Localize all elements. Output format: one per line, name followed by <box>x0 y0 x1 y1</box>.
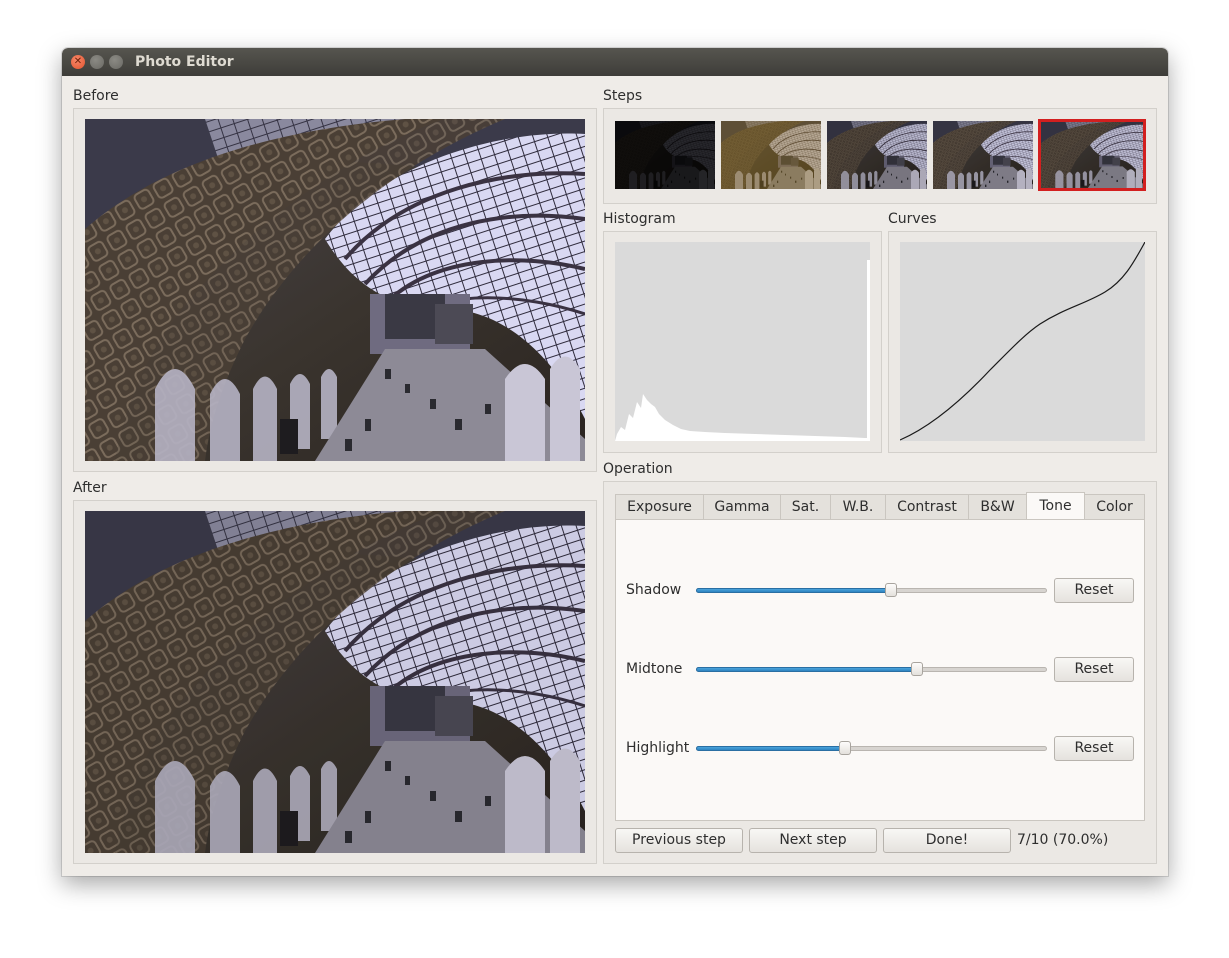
step-thumbnail-1[interactable] <box>615 121 715 189</box>
midtone-slider-fill <box>696 667 917 672</box>
highlight-slider-handle[interactable] <box>839 741 851 755</box>
before-image <box>85 119 585 461</box>
curves-plot <box>900 242 1145 441</box>
tab-black-white[interactable]: B&W <box>968 494 1027 519</box>
next-step-button[interactable]: Next step <box>749 828 877 853</box>
tab-contrast[interactable]: Contrast <box>885 494 969 519</box>
midtone-reset-button[interactable]: Reset <box>1054 657 1134 682</box>
tab-exposure[interactable]: Exposure <box>615 494 704 519</box>
step-thumbnail-3[interactable] <box>827 121 927 189</box>
after-image <box>85 511 585 853</box>
after-label: After <box>73 480 107 496</box>
midtone-slider-handle[interactable] <box>911 662 923 676</box>
previous-step-button[interactable]: Previous step <box>615 828 743 853</box>
highlight-slider-fill <box>696 746 845 751</box>
maximize-icon[interactable] <box>109 55 123 69</box>
close-icon[interactable]: ✕ <box>71 55 85 69</box>
tab-tone[interactable]: Tone <box>1026 492 1085 519</box>
window-title: Photo Editor <box>135 54 234 70</box>
curves-label: Curves <box>888 211 937 227</box>
histogram-label: Histogram <box>603 211 676 227</box>
progress-status: 7/10 (70.0%) <box>1017 832 1109 848</box>
tone-tab-panel: Shadow Reset Midtone Reset Highlight Res… <box>615 519 1145 821</box>
tab-white-balance[interactable]: W.B. <box>830 494 886 519</box>
histogram-plot <box>615 242 870 441</box>
minimize-icon[interactable] <box>90 55 104 69</box>
shadow-label: Shadow <box>626 582 682 598</box>
step-thumbnail-4[interactable] <box>933 121 1033 189</box>
done-button[interactable]: Done! <box>883 828 1011 853</box>
highlight-slider[interactable] <box>696 741 1047 755</box>
shadow-reset-button[interactable]: Reset <box>1054 578 1134 603</box>
shadow-slider[interactable] <box>696 583 1047 597</box>
tab-saturation[interactable]: Sat. <box>780 494 831 519</box>
steps-label: Steps <box>603 88 643 104</box>
before-label: Before <box>73 88 119 104</box>
shadow-slider-handle[interactable] <box>885 583 897 597</box>
step-thumbnail-5-selected[interactable] <box>1038 119 1146 191</box>
title-bar: ✕ Photo Editor <box>62 48 1168 76</box>
highlight-reset-button[interactable]: Reset <box>1054 736 1134 761</box>
tab-color[interactable]: Color <box>1084 494 1145 519</box>
tab-gamma[interactable]: Gamma <box>703 494 781 519</box>
photo-editor-window: ✕ Photo Editor Before After Steps Histog… <box>62 48 1168 876</box>
highlight-label: Highlight <box>626 740 690 756</box>
step-thumbnail-2[interactable] <box>721 121 821 189</box>
operation-label: Operation <box>603 461 673 477</box>
midtone-slider[interactable] <box>696 662 1047 676</box>
midtone-label: Midtone <box>626 661 683 677</box>
shadow-slider-fill <box>696 588 891 593</box>
